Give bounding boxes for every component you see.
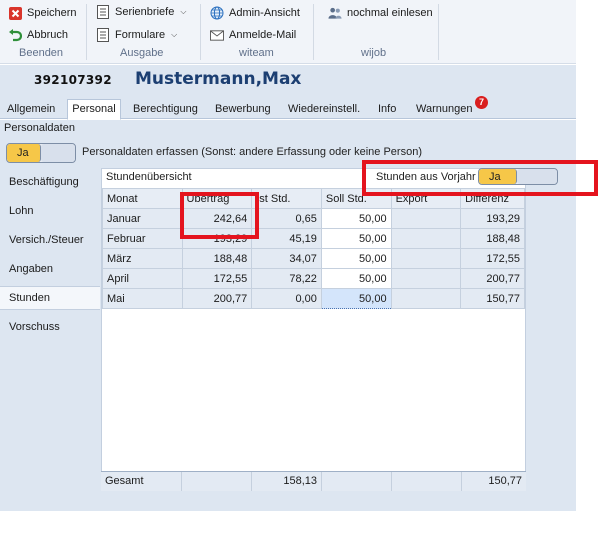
group-label-output: Ausgabe xyxy=(120,47,164,59)
toggle-description: Personaldaten erfassen (Sonst: andere Er… xyxy=(82,146,422,158)
serial-letters-button[interactable]: Serienbriefe ⌵ xyxy=(96,3,186,21)
hours-table: Monat Übertrag Ist Std. Soll Std. Export… xyxy=(102,188,525,309)
section-title: Personaldaten xyxy=(4,122,75,134)
total-label: Gesamt xyxy=(101,472,182,491)
cell-export xyxy=(390,248,462,269)
cell-export xyxy=(390,268,462,289)
total-actual: 158,13 xyxy=(252,472,322,491)
cell-target-input[interactable]: 50,00 xyxy=(320,208,392,229)
forms-button[interactable]: Formulare ⌵ xyxy=(96,26,177,44)
save-button[interactable]: Speichern xyxy=(8,4,77,22)
group-witeam: Admin-Ansicht Anmelde-Mail witeam xyxy=(201,0,313,64)
users-icon xyxy=(328,6,342,20)
cell-month: Mai xyxy=(102,288,183,309)
cell-month: März xyxy=(102,248,183,269)
cell-difference: 200,77 xyxy=(460,268,525,289)
cell-carryover: 172,55 xyxy=(181,268,253,289)
group-label-witeam: witeam xyxy=(239,47,274,59)
person-id: 392107392 xyxy=(34,73,112,87)
column-header-ist[interactable]: Ist Std. xyxy=(251,188,322,209)
total-carryover xyxy=(182,472,252,491)
table-row[interactable]: Januar 242,64 0,65 50,00 193,29 xyxy=(102,208,525,229)
reload-button[interactable]: nochmal einlesen xyxy=(328,4,433,22)
table-row[interactable]: Mai 200,77 0,00 50,00 150,77 xyxy=(102,288,525,309)
tab-berechtigung[interactable]: Berechtigung xyxy=(133,100,198,119)
toggle-off-segment xyxy=(41,144,75,162)
tab-info[interactable]: Info xyxy=(378,100,396,119)
ribbon-toolbar: Speichern Abbruch Beenden Serienbriefe ⌵… xyxy=(0,0,576,64)
cell-actual: 78,22 xyxy=(251,268,322,289)
nav-item-angaben[interactable]: Angaben xyxy=(0,258,100,282)
cell-actual: 0,65 xyxy=(251,208,322,229)
cell-actual: 0,00 xyxy=(251,288,322,309)
table-row[interactable]: März 188,48 34,07 50,00 172,55 xyxy=(102,248,525,269)
cell-difference: 172,55 xyxy=(460,248,525,269)
person-name: Mustermann,Max xyxy=(135,69,302,89)
cell-carryover: 188,48 xyxy=(181,248,253,269)
group-label-wijob: wijob xyxy=(361,47,387,59)
table-total-row: Gesamt 158,13 150,77 xyxy=(101,471,526,491)
cell-target-input[interactable]: 50,00 xyxy=(320,268,392,289)
cancel-button[interactable]: Abbruch xyxy=(8,26,68,44)
hours-overview-panel: Stundenübersicht Monat Übertrag Ist Std.… xyxy=(101,168,526,490)
left-nav: Beschäftigung Lohn Versich./Steuer Angab… xyxy=(0,168,100,511)
chevron-down-icon: ⌵ xyxy=(171,30,178,39)
tab-bar: Allgemein Personal Berechtigung Bewerbun… xyxy=(0,97,576,120)
tab-wiedereinstell[interactable]: Wiedereinstell. xyxy=(288,100,360,119)
tab-warnungen[interactable]: Warnungen xyxy=(416,100,472,119)
nav-item-lohn[interactable]: Lohn xyxy=(0,200,100,224)
document-icon xyxy=(96,5,110,19)
cell-month: April xyxy=(102,268,183,289)
cell-actual: 45,19 xyxy=(251,228,322,249)
nav-item-stunden[interactable]: Stunden xyxy=(0,286,100,310)
globe-icon xyxy=(210,6,224,20)
column-header-monat[interactable]: Monat xyxy=(102,188,183,209)
person-header: 392107392 Mustermann,Max xyxy=(0,65,576,97)
table-row[interactable]: Februar 193,29 45,19 50,00 188,48 xyxy=(102,228,525,249)
total-difference: 150,77 xyxy=(488,475,522,487)
warnings-count-badge: 7 xyxy=(475,96,488,109)
cell-month: Februar xyxy=(102,228,183,249)
cell-month: Januar xyxy=(102,208,183,229)
cell-difference: 150,77 xyxy=(460,288,525,309)
group-output: Serienbriefe ⌵ Formulare ⌵ Ausgabe xyxy=(87,0,200,64)
admin-view-button[interactable]: Admin-Ansicht xyxy=(210,4,300,22)
table-row[interactable]: April 172,55 78,22 50,00 200,77 xyxy=(102,268,525,289)
close-red-icon xyxy=(8,6,22,20)
cell-export xyxy=(390,208,462,229)
undo-icon xyxy=(8,28,22,42)
highlight-box-prev-year xyxy=(362,160,598,196)
ribbon-divider xyxy=(438,4,439,60)
nav-item-versich-steuer[interactable]: Versich./Steuer xyxy=(0,229,100,253)
cell-target-input[interactable]: 50,00 xyxy=(320,248,392,269)
chevron-down-icon: ⌵ xyxy=(180,7,187,16)
total-target xyxy=(322,472,392,491)
tab-bewerbung[interactable]: Bewerbung xyxy=(215,100,271,119)
cell-target-input[interactable]: 50,00 xyxy=(320,228,392,249)
nav-item-beschaeftigung[interactable]: Beschäftigung xyxy=(0,171,100,195)
cell-difference: 188,48 xyxy=(460,228,525,249)
login-mail-button[interactable]: Anmelde-Mail xyxy=(210,26,296,44)
group-label-end: Beenden xyxy=(19,47,64,59)
highlight-box-january-carryover xyxy=(180,192,259,239)
total-export xyxy=(392,472,462,491)
cell-export xyxy=(390,288,462,309)
cell-export xyxy=(390,228,462,249)
toggle-on-segment: Ja xyxy=(7,144,41,162)
panel-title: Stundenübersicht xyxy=(106,171,192,183)
cell-difference: 193,29 xyxy=(460,208,525,229)
cell-target-input-selected[interactable]: 50,00 xyxy=(320,288,392,309)
group-wijob: nochmal einlesen wijob xyxy=(314,0,438,64)
document-icon xyxy=(96,28,110,42)
personal-data-toggle[interactable]: Ja xyxy=(6,143,76,163)
cell-carryover: 200,77 xyxy=(181,288,253,309)
nav-item-vorschuss[interactable]: Vorschuss xyxy=(0,316,100,340)
group-end: Speichern Abbruch Beenden xyxy=(0,0,86,64)
tab-personal[interactable]: Personal xyxy=(67,99,121,120)
mail-icon xyxy=(210,28,224,42)
cell-actual: 34,07 xyxy=(251,248,322,269)
tab-allgemein[interactable]: Allgemein xyxy=(7,100,55,119)
